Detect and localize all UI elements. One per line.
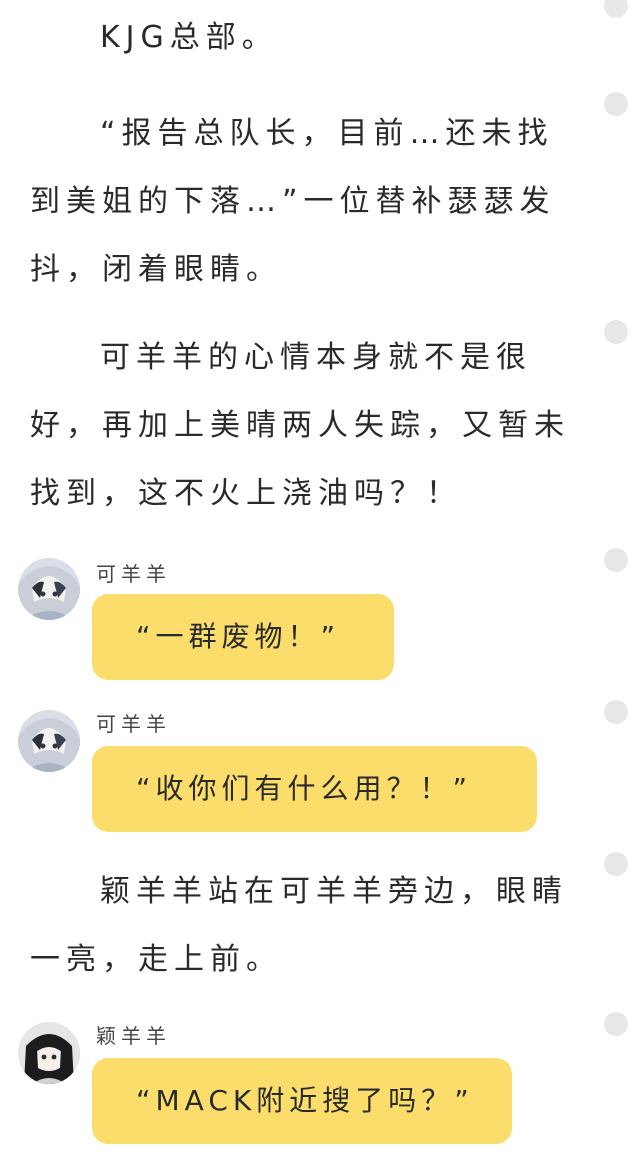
story-paragraph: 颖羊羊站在可羊羊旁边，眼睛一亮，走上前。: [30, 874, 568, 977]
avatar-kyy-icon: [18, 710, 80, 772]
avatar[interactable]: [18, 1022, 80, 1084]
avatar-yyy-icon: [18, 1022, 80, 1084]
avatar[interactable]: [18, 558, 80, 620]
message-bubble[interactable]: “一群废物！”: [92, 594, 394, 680]
story-paragraph: 可羊羊的心情本身就不是很好，再加上美晴两人失踪，又暂未找到，这不火上浇油吗？！: [30, 340, 570, 511]
story-paragraph: “报告总队长，目前…还未找到美姐的下落…”一位替补瑟瑟发抖，闭着眼睛。: [30, 116, 556, 287]
story-paragraph: KJG总部。: [100, 20, 278, 55]
message-bubble[interactable]: “收你们有什么用？！”: [92, 746, 537, 832]
avatar-kyy-icon: [18, 558, 80, 620]
sender-name: 可羊羊: [96, 712, 171, 736]
sender-name: 颖羊羊: [96, 1024, 171, 1048]
side-dot[interactable]: [604, 700, 628, 724]
side-dot[interactable]: [604, 1012, 628, 1036]
side-dot[interactable]: [604, 92, 628, 116]
side-dot[interactable]: [604, 320, 628, 344]
side-dot[interactable]: [604, 852, 628, 876]
chat-story-page: KJG总部。 “报告总队长，目前…还未找到美姐的下落…”一位替补瑟瑟发抖，闭着眼…: [0, 0, 640, 1160]
side-dot[interactable]: [604, 0, 628, 18]
message-bubble[interactable]: “MACK附近搜了吗？”: [92, 1058, 512, 1144]
avatar[interactable]: [18, 710, 80, 772]
sender-name: 可羊羊: [96, 562, 171, 586]
side-dot[interactable]: [604, 548, 628, 572]
